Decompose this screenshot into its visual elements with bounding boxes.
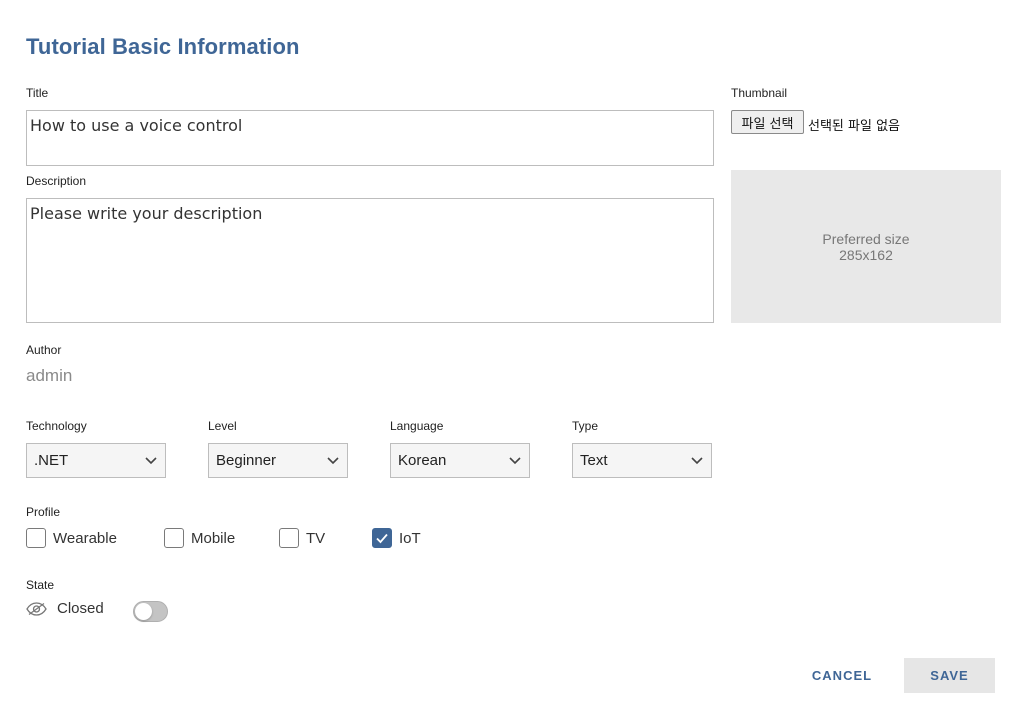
technology-value: .NET <box>34 452 69 469</box>
checkmark-icon <box>376 533 388 544</box>
save-button[interactable]: SAVE <box>904 658 995 693</box>
cancel-button[interactable]: CANCEL <box>804 658 880 693</box>
language-label: Language <box>390 419 444 433</box>
eye-icon <box>26 601 47 616</box>
language-select[interactable]: Korean <box>390 443 530 478</box>
chevron-down-icon <box>145 457 157 465</box>
profile-option-iot[interactable]: IoT <box>372 528 421 548</box>
type-value: Text <box>580 452 608 469</box>
description-textarea[interactable]: Please write your description <box>26 198 714 323</box>
file-status-text: 선택된 파일 없음 <box>808 119 900 134</box>
profile-label: Profile <box>26 505 61 519</box>
profile-option-tv[interactable]: TV <box>279 528 325 548</box>
author-value: admin <box>26 366 73 385</box>
thumbnail-preview: Preferred size 285x162 <box>731 170 1001 323</box>
state-value: Closed <box>57 600 104 617</box>
language-value: Korean <box>398 452 447 469</box>
choose-file-button[interactable]: 파일 선택 <box>731 110 804 134</box>
title-label: Title <box>26 86 49 100</box>
state-label: State <box>26 578 55 592</box>
level-label: Level <box>208 419 237 433</box>
chevron-down-icon <box>509 457 521 465</box>
author-label: Author <box>26 343 62 357</box>
tv-label: TV <box>306 529 326 547</box>
tv-checkbox[interactable] <box>279 528 299 548</box>
iot-label: IoT <box>399 529 421 547</box>
technology-label: Technology <box>26 419 87 433</box>
level-select[interactable]: Beginner <box>208 443 348 478</box>
wearable-label: Wearable <box>53 529 117 547</box>
thumbnail-size-hint: Preferred size <box>822 230 910 247</box>
description-label: Description <box>26 174 87 188</box>
chevron-down-icon <box>691 457 703 465</box>
level-value: Beginner <box>216 452 277 469</box>
type-select[interactable]: Text <box>572 443 712 478</box>
title-input[interactable]: How to use a voice control <box>26 110 714 166</box>
profile-option-wearable[interactable]: Wearable <box>26 528 117 548</box>
iot-checkbox[interactable] <box>372 528 392 548</box>
thumbnail-size-value: 285x162 <box>839 246 893 263</box>
mobile-checkbox[interactable] <box>164 528 184 548</box>
mobile-label: Mobile <box>191 529 236 547</box>
toggle-knob <box>135 603 152 620</box>
page-title: Tutorial Basic Information <box>26 34 300 59</box>
technology-select[interactable]: .NET <box>26 443 166 478</box>
state-row: Closed <box>26 600 104 617</box>
chevron-down-icon <box>327 457 339 465</box>
wearable-checkbox[interactable] <box>26 528 46 548</box>
thumbnail-label: Thumbnail <box>731 86 788 100</box>
type-label: Type <box>572 419 599 433</box>
state-toggle[interactable] <box>133 601 168 622</box>
profile-option-mobile[interactable]: Mobile <box>164 528 235 548</box>
